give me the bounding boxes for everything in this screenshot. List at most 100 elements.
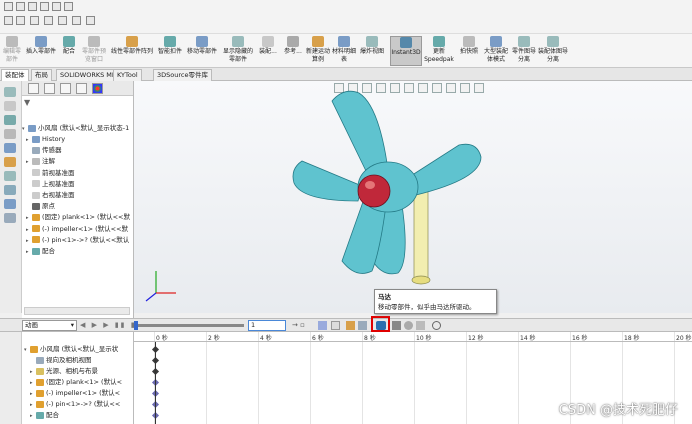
open-icon[interactable] [16, 2, 25, 11]
tree-item[interactable]: 右视基准面 [22, 190, 134, 201]
contact-icon[interactable] [404, 321, 413, 330]
tree-item[interactable]: 前视基准面 [22, 168, 134, 179]
timeline-tree-item[interactable]: ▸ 光源、相机与布景 [22, 366, 134, 377]
tool-icon[interactable] [4, 185, 16, 195]
ribbon-button-18[interactable]: 零件图导分离 [512, 36, 536, 66]
snap-icon[interactable] [44, 16, 53, 25]
timeline-tree-item[interactable]: 视向及相机视图 [22, 355, 134, 366]
timeline-tree-item[interactable]: ▸ (固定) plank<1> (默认< [22, 377, 134, 388]
playback-controls[interactable]: ◀ ▶ ▶ ▮▮ ■ [80, 321, 139, 329]
ribbon-button-15[interactable]: 更新Speedpak [424, 36, 454, 66]
print-icon[interactable] [40, 2, 49, 11]
tool-icon[interactable] [4, 129, 16, 139]
line-icon[interactable] [16, 16, 25, 25]
history-icon [32, 135, 40, 143]
timeline-tree-item[interactable]: ▸ (-) impeller<1> (默认< [22, 388, 134, 399]
tab-4[interactable]: KYTool [113, 69, 142, 81]
timeline-tree-item[interactable]: ▾ 小风扇 (默认<默认_显示状 [22, 344, 134, 355]
playback-speed-select[interactable]: 1 [248, 320, 286, 331]
pin-shaft[interactable] [413, 182, 429, 280]
tool-icon[interactable] [4, 143, 16, 153]
ribbon-button-19[interactable]: 装配体图导分离 [538, 36, 568, 66]
timeline-tree-item[interactable]: ▸ 配合 [22, 410, 134, 421]
propertymanager-tab-icon[interactable] [44, 83, 55, 94]
tree-root-item[interactable]: ▾ 小风扇 (默认<默认_显示状态-1 [22, 123, 134, 134]
study-type-select[interactable]: 动画 ▾ [22, 320, 77, 331]
ribbon-button-9[interactable]: 装配... [256, 36, 280, 66]
configuration-tab-icon[interactable] [60, 83, 71, 94]
tree-item[interactable]: ▸ 配合 [22, 246, 134, 257]
tool-icon[interactable] [4, 171, 16, 181]
playback-slider[interactable] [134, 324, 244, 327]
redo-icon[interactable] [64, 2, 73, 11]
tool-icon[interactable] [4, 213, 16, 223]
playback-slider-thumb[interactable] [134, 321, 138, 330]
tab-2[interactable]: 布局 [31, 69, 52, 81]
tab-1[interactable]: 装配体 [1, 69, 29, 81]
tree-item[interactable]: ▸ History [22, 134, 134, 145]
spring-icon[interactable] [392, 321, 401, 330]
tool-icon[interactable] [4, 101, 16, 111]
ribbon-button-10[interactable]: 参考... [282, 36, 304, 66]
save-animation-icon[interactable]: → ▫ [292, 321, 305, 329]
ribbon-button-11[interactable]: 新建运动算例 [306, 36, 330, 66]
filter-icon[interactable]: ▼ [24, 98, 30, 107]
sketch-icon[interactable] [4, 16, 13, 25]
ribbon-button-4[interactable]: 零部件预览窗口 [80, 36, 108, 66]
ribbon-button-6[interactable]: 智能扣件 [158, 36, 182, 66]
new-icon[interactable] [4, 2, 13, 11]
tool-icon[interactable] [4, 87, 16, 97]
calculate-icon[interactable] [358, 321, 367, 330]
ribbon-button-14[interactable]: Instant3D [390, 36, 422, 66]
motion-study-toolbar: 动画 ▾ ◀ ▶ ▶ ▮▮ ■ 1 → ▫ [0, 318, 692, 332]
ribbon-button-5[interactable]: 线性零部件阵列 [110, 36, 154, 66]
study-properties-icon[interactable] [432, 321, 441, 330]
blade-top[interactable] [331, 90, 388, 172]
timeline-tree-item[interactable]: ▸ (-) pin<1>->? (默认<< [22, 399, 134, 410]
tree-item[interactable]: ▸ 注解 [22, 156, 134, 167]
part-icon [36, 378, 44, 386]
tree-item[interactable]: ▸ (-) impeller<1> (默认<<默 [22, 224, 134, 235]
ribbon-button-7[interactable]: 移动零部件 [184, 36, 220, 66]
gravity-icon[interactable] [416, 321, 425, 330]
ribbon-button-1[interactable]: 编辑零部件 [2, 36, 22, 66]
ribbon-button-8[interactable]: 显示隐藏的零部件 [222, 36, 254, 66]
add-update-key-icon[interactable] [346, 321, 355, 330]
ribbon-button-2[interactable]: 插入零部件 [24, 36, 58, 66]
tree-scrollbar[interactable] [24, 307, 130, 315]
ribbon-button-16[interactable]: 拍快照 [458, 36, 480, 66]
tab-5[interactable]: 3DSource零件库 [153, 69, 212, 81]
mate-icon [32, 247, 40, 255]
tree-item[interactable]: ▸ (固定) plank<1> (默认<<默 [22, 212, 134, 223]
tree-item[interactable]: ▸ (-) pin<1>->? (默认<<默认 [22, 235, 134, 246]
pin-cap[interactable] [357, 174, 391, 208]
tree-item[interactable]: 上视基准面 [22, 179, 134, 190]
animation-wizard-icon[interactable] [318, 321, 327, 330]
ribbon-button-3[interactable]: 配合 [60, 36, 78, 66]
undo-icon[interactable] [52, 2, 61, 11]
ribbon-button-label: 编辑零部件 [2, 48, 21, 63]
command-tabs: 装配体 布局 SOLIDWORKS MBD KYTool 3DSource零件库 [0, 68, 692, 81]
timebar[interactable] [155, 342, 156, 424]
grid-icon[interactable] [72, 16, 81, 25]
autokey-icon[interactable] [331, 321, 340, 330]
point-icon[interactable] [30, 16, 39, 25]
assembly-icon[interactable] [86, 16, 95, 25]
options-icon[interactable] [58, 16, 67, 25]
ribbon-button-12[interactable]: 材料明细表 [332, 36, 356, 66]
fan-model[interactable] [134, 81, 692, 313]
tree-item[interactable]: 传感器 [22, 145, 134, 156]
ribbon-button-13[interactable]: 爆炸视图 [358, 36, 386, 66]
tool-icon[interactable] [4, 115, 16, 125]
tree-item-label: History [42, 135, 66, 143]
save-icon[interactable] [28, 2, 37, 11]
tree-item[interactable]: 原点 [22, 201, 134, 212]
tool-icon[interactable] [4, 199, 16, 209]
dimxpert-tab-icon[interactable] [76, 83, 87, 94]
ribbon-button-17[interactable]: 大型装配体模式 [482, 36, 510, 66]
graphics-area[interactable] [134, 81, 692, 313]
appearance-tab-icon[interactable] [92, 83, 103, 94]
tool-icon[interactable] [4, 157, 16, 167]
blade-left[interactable] [292, 160, 363, 202]
featuremanager-tab-icon[interactable] [28, 83, 39, 94]
